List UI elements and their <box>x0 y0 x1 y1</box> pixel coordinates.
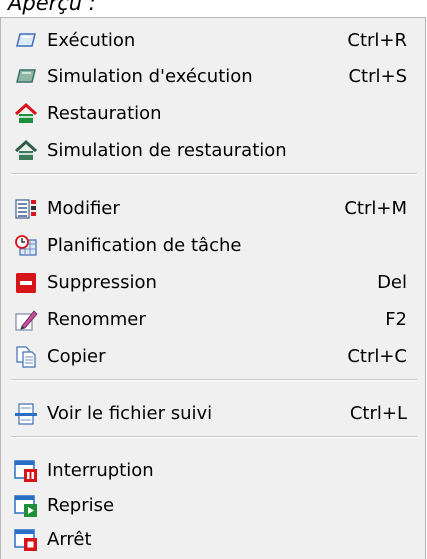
menu-item-shortcut: Ctrl+R <box>347 30 407 51</box>
menu-item-shortcut: Ctrl+S <box>348 66 407 87</box>
menu-item-label: Suppression <box>47 272 157 293</box>
menu-item-renommer[interactable]: Renommer F2 <box>1 301 425 337</box>
menu-item-label: Simulation de restauration <box>47 140 287 161</box>
menu-item-planification[interactable]: Planification de tâche <box>1 227 425 263</box>
menu-item-restauration[interactable]: Restauration <box>1 95 425 131</box>
execute-icon <box>14 29 38 53</box>
simulate-execute-icon <box>14 65 38 89</box>
menu-item-copier[interactable]: Copier Ctrl+C <box>1 338 425 374</box>
preview-caption: Aperçu : <box>8 0 96 15</box>
restore-icon <box>14 102 38 126</box>
copy-icon <box>14 345 38 369</box>
menu-item-label: Voir le fichier suivi <box>47 403 213 424</box>
menu-separator <box>11 379 417 381</box>
menu-item-simulation-execution[interactable]: Simulation d'exécution Ctrl+S <box>1 58 425 94</box>
menu-item-execution[interactable]: Exécution Ctrl+R <box>1 22 425 58</box>
menu-item-label: Copier <box>47 346 106 367</box>
stop-icon <box>14 528 38 552</box>
menu-item-shortcut: F2 <box>385 309 407 330</box>
menu-separator <box>11 436 417 438</box>
menu-item-label: Modifier <box>47 198 120 219</box>
menu-item-simulation-restauration[interactable]: Simulation de restauration <box>1 132 425 168</box>
menu-item-arret[interactable]: Arrêt <box>1 521 425 557</box>
menu-item-suppression[interactable]: Suppression Del <box>1 264 425 300</box>
schedule-icon <box>14 234 38 258</box>
menu-item-label: Renommer <box>47 309 146 330</box>
simulate-restore-icon <box>14 139 38 163</box>
menu-item-label: Planification de tâche <box>47 235 242 256</box>
menu-item-shortcut: Ctrl+L <box>349 403 407 424</box>
delete-icon <box>14 271 38 295</box>
menu-separator <box>11 173 417 175</box>
menu-item-label: Exécution <box>47 30 136 51</box>
menu-item-shortcut: Ctrl+M <box>344 198 407 219</box>
menu-item-label: Simulation d'exécution <box>47 66 253 87</box>
edit-list-icon <box>14 197 38 221</box>
menu-item-label: Arrêt <box>47 529 92 550</box>
menu-item-label: Reprise <box>47 495 115 516</box>
menu-item-shortcut: Ctrl+C <box>347 346 407 367</box>
menu-item-shortcut: Del <box>377 272 407 293</box>
menu-item-interruption[interactable]: Interruption <box>1 452 425 488</box>
menu-item-label: Restauration <box>47 103 162 124</box>
resume-icon <box>14 494 38 518</box>
menu-item-label: Interruption <box>47 460 154 481</box>
context-menu: Exécution Ctrl+R Simulation d'exécution … <box>0 17 426 559</box>
menu-item-voir-fichier-suivi[interactable]: Voir le fichier suivi Ctrl+L <box>1 395 425 431</box>
pause-icon <box>14 459 38 483</box>
menu-item-modifier[interactable]: Modifier Ctrl+M <box>1 190 425 226</box>
log-file-icon <box>14 402 38 426</box>
rename-icon <box>14 308 38 332</box>
menu-item-reprise[interactable]: Reprise <box>1 487 425 523</box>
